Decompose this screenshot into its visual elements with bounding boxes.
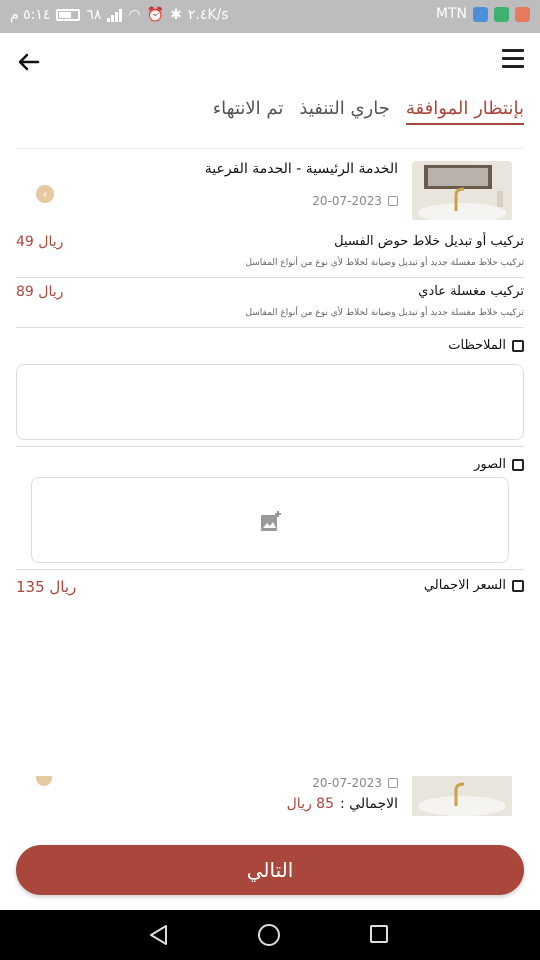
order-date: 20-07-2023 (312, 776, 398, 790)
collapse-chevron-icon[interactable]: ‹ (36, 185, 54, 203)
menu-icon[interactable] (502, 49, 526, 73)
notes-label: الملاحظات (448, 338, 524, 353)
network-speed: ٢.٤K/s (187, 7, 229, 23)
service-thumbnail (412, 161, 512, 220)
order-date-text: 20-07-2023 (312, 776, 382, 790)
tab-in-progress[interactable]: جاري التنفيذ (299, 98, 389, 125)
status-tabs: بإنتظار الموافقة جاري التنفيذ تم الانتها… (213, 98, 524, 125)
total-label: السعر الاجمالي (424, 578, 524, 593)
total-label-text: السعر الاجمالي (423, 578, 506, 593)
total-price: 135 ريال (16, 578, 77, 596)
photos-label: الصور (474, 457, 524, 472)
service-name: تركيب أو تبديل خلاط حوض الفسيل (334, 234, 524, 249)
service-description: تركيب خلاط مغسلة جديد أو تبديل وصيانة لخ… (245, 308, 524, 318)
divider (16, 569, 524, 570)
order-total-label: الاجمالي : (340, 796, 398, 812)
order-total: الاجمالي : 85 ريال (287, 796, 398, 812)
photos-label-text: الصور (474, 457, 506, 472)
tab-awaiting-approval[interactable]: بإنتظار الموافقة (405, 98, 524, 125)
total-row: 135 ريال السعر الاجمالي (16, 578, 524, 604)
nav-home-icon[interactable] (258, 924, 280, 946)
service-name: تركيب مغسلة عادي (418, 284, 524, 299)
add-image-icon (512, 458, 524, 471)
service-price: 89 ريال (16, 284, 64, 300)
wifi-icon: ◠ (128, 7, 141, 23)
nav-back-icon[interactable] (148, 924, 170, 950)
clock: ٥:١٤ م (10, 7, 51, 23)
battery-icon (56, 9, 81, 21)
system-nav-bar (0, 910, 540, 960)
carrier: MTN (435, 6, 467, 22)
app-bar (0, 33, 540, 93)
add-photo-icon[interactable] (260, 510, 282, 532)
signal-icon (107, 8, 123, 22)
order-total-value: 85 ريال (286, 796, 334, 812)
service-item: تركيب أو تبديل خلاط حوض الفسيل تركيب خلا… (16, 230, 524, 278)
status-left: ٥:١٤ م ٦٨ ◠ ⏰ ✱ ٢.٤K/s (10, 7, 229, 23)
order-card[interactable]: الخدمة الرئيسية - الحدمة الفرعية 20-07-2… (16, 148, 524, 220)
alarm-icon: ⏰ (146, 7, 165, 23)
status-right: MTN (436, 6, 530, 22)
expand-chevron-icon[interactable] (36, 776, 52, 786)
service-description: تركيب خلاط مغسلة جديد أو تبديل وصيانة لخ… (245, 258, 524, 268)
status-bar: ٥:١٤ م ٦٨ ◠ ⏰ ✱ ٢.٤K/s MTN (0, 0, 540, 33)
service-item: تركيب مغسلة عادي تركيب خلاط مغسلة جديد أ… (16, 280, 524, 328)
calendar-icon (388, 778, 398, 788)
service-price: 49 ريال (16, 234, 64, 250)
notes-icon (512, 339, 524, 352)
divider (16, 446, 524, 447)
next-button[interactable]: التالي (16, 845, 524, 895)
back-arrow-icon[interactable] (14, 47, 44, 77)
order-card[interactable]: 20-07-2023 الاجمالي : 85 ريال (16, 776, 524, 828)
price-tag-icon (512, 579, 524, 592)
order-date: 20-07-2023 (312, 194, 398, 208)
service-thumbnail (412, 776, 512, 816)
order-title: الخدمة الرئيسية - الحدمة الفرعية (204, 161, 398, 177)
fitness-icon (494, 6, 509, 22)
bluetooth-icon: ✱ (170, 7, 182, 23)
shield-icon (473, 6, 488, 22)
notes-label-text: الملاحظات (448, 338, 506, 353)
tab-completed[interactable]: تم الانتهاء (213, 98, 284, 125)
app-notification-icon (515, 6, 530, 22)
nav-recents-icon[interactable] (370, 925, 388, 943)
battery-level: ٦٨ (86, 7, 102, 23)
notes-input[interactable] (16, 364, 524, 440)
order-date-text: 20-07-2023 (312, 194, 382, 208)
calendar-icon (388, 196, 398, 206)
photo-upload-area[interactable] (31, 477, 509, 563)
